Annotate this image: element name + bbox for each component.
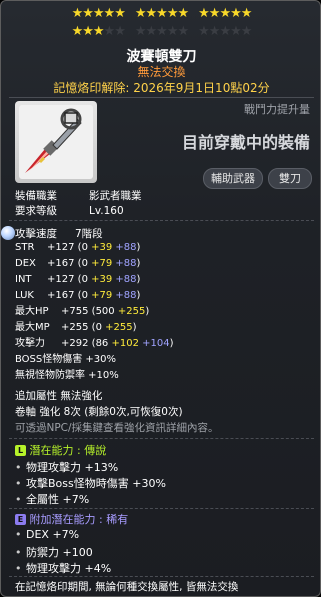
stat-row-str: STR +127 (0 +39 +88)	[15, 242, 141, 253]
item-tooltip: ★★★★★ ★★★★★ ★★★★★ ★★★★★ ★★★★★ ★★★★★ 波賽頓雙刀 無法…	[0, 0, 321, 597]
orb-icon	[1, 226, 15, 240]
stat-row-atk: 攻擊力 +292 (86 +102 +104)	[15, 338, 174, 349]
dual-blade-icon	[25, 108, 82, 173]
attack-speed-row: 攻擊速度 7階段	[15, 226, 103, 241]
tag-sub-weapon: 輔助武器	[203, 168, 263, 189]
job-label: 裝備職業	[15, 190, 57, 202]
attack-speed-value: 7階段	[75, 228, 103, 240]
stat-row-mp: 最大MP +255 (0 +255)	[15, 322, 137, 333]
star-force-row-1: ★★★★★ ★★★★★ ★★★★★	[71, 6, 253, 21]
stat-row-ied: 無視怪物防禦率 +10%	[15, 370, 119, 381]
attack-speed-label: 攻擊速度	[15, 228, 57, 240]
potential-line: • 攻擊Boss怪物時傷害 +30%	[15, 477, 166, 490]
potential-title: 潛在能力 : 傳說	[29, 444, 107, 457]
potential-line: • 全屬性 +7%	[15, 493, 90, 506]
potential-title-row: L 潛在能力 : 傳說	[15, 442, 106, 458]
stat-row-hp: 最大HP +755 (500 +255)	[15, 306, 150, 317]
rare-badge-icon: E	[15, 514, 26, 525]
combat-power-label: 戰鬥力提升量	[244, 103, 310, 116]
divider	[9, 220, 314, 221]
level-label: 要求等級	[15, 205, 57, 217]
level-row: 要求等級 Lv.160	[15, 203, 124, 218]
stat-row-luk: LUK +167 (0 +79 +88)	[15, 290, 141, 301]
divider	[9, 508, 314, 509]
divider	[9, 576, 314, 577]
divider	[9, 438, 314, 439]
equipped-label: 目前穿戴中的裝備	[181, 133, 310, 152]
additional-title: 附加潛在能力 : 稀有	[29, 513, 129, 526]
additional-title-row: E 附加潛在能力 : 稀有	[15, 511, 128, 527]
additional-line: • DEX +7%	[15, 528, 80, 541]
memory-seal-label: 記憶烙印解除: 2026年9月1日10點02分	[53, 81, 270, 95]
additional-line: • 防禦力 +100	[15, 546, 93, 559]
additional-line: • 物理攻擊力 +4%	[15, 562, 112, 575]
job-row: 裝備職業 影武者職業	[15, 188, 142, 203]
level-value: Lv.160	[89, 205, 124, 217]
potential-line: • 物理攻擊力 +13%	[15, 461, 119, 474]
npc-hint: 可透過NPC/採集鍵查看強化資訊詳細內容。	[15, 422, 219, 434]
tag-dual-blade: 雙刀	[268, 168, 312, 189]
scroll-row: 卷軸 強化 8次 (剩餘0次,可恢復0次)	[15, 406, 183, 418]
item-icon	[19, 105, 93, 179]
stat-row-int: INT +127 (0 +39 +88)	[15, 274, 141, 285]
stat-row-boss: BOSS怪物傷害 +30%	[15, 354, 117, 365]
footer-note: 在記憶烙印期間, 無論何種交換屬性, 皆無法交換	[15, 581, 239, 593]
untradable-label: 無法交換	[137, 65, 186, 79]
legendary-badge-icon: L	[15, 445, 26, 456]
job-value: 影武者職業	[89, 190, 142, 202]
star-force-row-2: ★★★★★ ★★★★★ ★★★★★	[71, 24, 253, 39]
divider	[9, 97, 314, 98]
stat-row-dex: DEX +167 (0 +79 +88)	[15, 258, 141, 269]
extra-attr-row: 追加屬性 無法強化	[15, 390, 103, 402]
